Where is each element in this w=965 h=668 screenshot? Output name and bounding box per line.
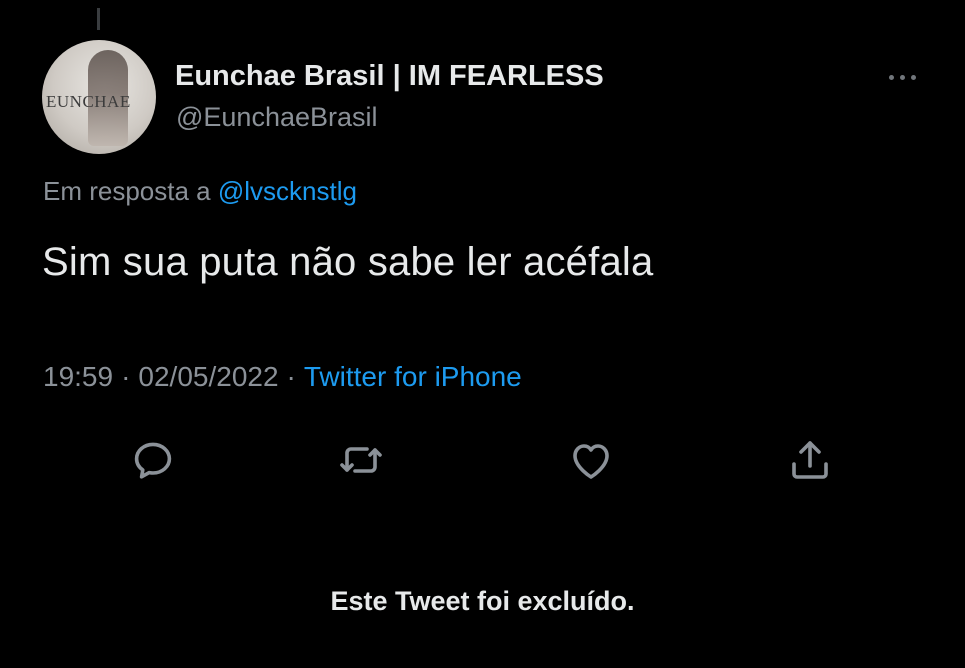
like-button[interactable] [563, 432, 619, 488]
share-button[interactable] [782, 432, 838, 488]
author-handle[interactable]: @EunchaeBrasil [176, 102, 378, 133]
more-horizontal-icon [910, 74, 916, 80]
share-icon [792, 441, 828, 479]
tweet-source-link[interactable]: Twitter for iPhone [304, 361, 522, 392]
meta-separator: · [121, 361, 131, 392]
tweet-action-bar [0, 432, 965, 488]
meta-separator: · [286, 361, 296, 392]
reply-button[interactable] [125, 432, 181, 488]
tweet-text: Sim sua puta não sabe ler acéfala [42, 240, 654, 284]
thread-connector-line [97, 8, 100, 30]
avatar-logo-text: EUNCHAE [46, 92, 131, 111]
tweet-metadata: 19:59 · 02/05/2022 · Twitter for iPhone [43, 361, 522, 393]
reply-mention-link[interactable]: @lvscknstlg [218, 176, 357, 206]
reply-icon [134, 442, 172, 479]
tweet-date[interactable]: 02/05/2022 [138, 361, 278, 392]
more-horizontal-icon [899, 74, 905, 80]
retweet-button[interactable] [333, 432, 389, 488]
more-horizontal-icon [888, 74, 894, 80]
tweet-time[interactable]: 19:59 [43, 361, 113, 392]
author-display-name[interactable]: Eunchae Brasil | IM FEARLESS [175, 60, 604, 93]
heart-icon [573, 444, 609, 479]
reply-prefix: Em resposta a [43, 176, 211, 206]
retweet-icon [340, 447, 382, 473]
author-avatar[interactable]: EUNCHAE [42, 40, 156, 154]
reply-context: Em resposta a @lvscknstlg [43, 176, 357, 207]
more-options-button[interactable] [880, 64, 924, 90]
deleted-tweet-notice: Este Tweet foi excluído. [330, 586, 635, 616]
